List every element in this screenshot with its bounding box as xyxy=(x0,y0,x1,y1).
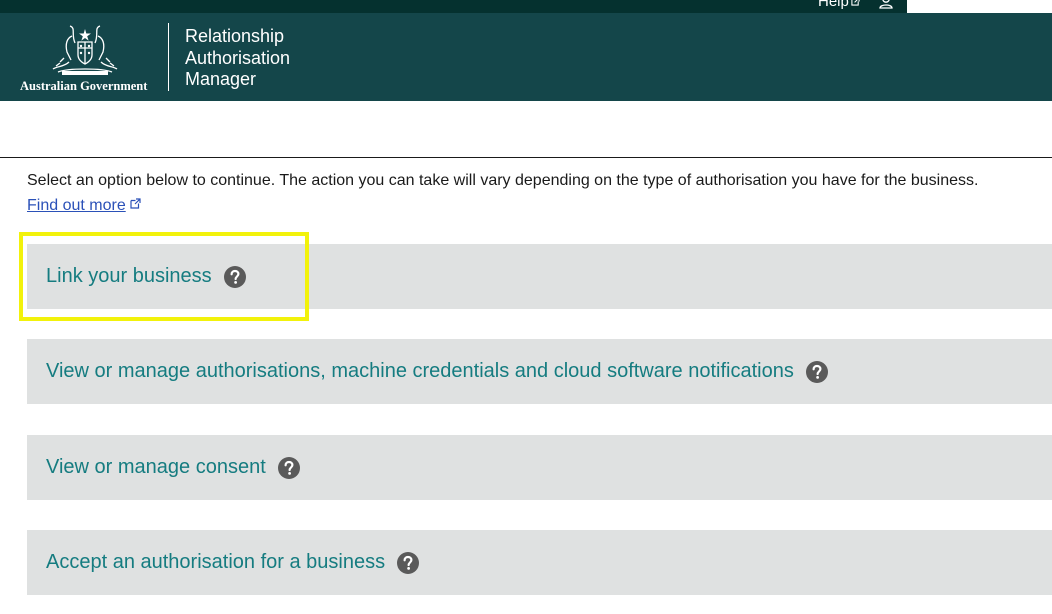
site-header: Australian Government Relationship Autho… xyxy=(0,13,1052,101)
option-view-manage-authorisations[interactable]: View or manage authorisations, machine c… xyxy=(27,339,1052,404)
section-divider xyxy=(0,157,1052,158)
government-label: Australian Government xyxy=(20,79,148,93)
option-label: Accept an authorisation for a business xyxy=(46,551,386,573)
user-icon[interactable] xyxy=(878,0,894,9)
question-circle-icon[interactable] xyxy=(277,456,300,479)
external-link-icon xyxy=(851,0,860,6)
question-circle-icon[interactable] xyxy=(805,360,828,383)
option-accept-authorisation[interactable]: Accept an authorisation for a business xyxy=(27,530,1052,595)
external-link-icon xyxy=(130,198,141,209)
intro-text: Select an option below to continue. The … xyxy=(27,172,979,189)
app-title-line-2: Authorisation xyxy=(185,47,291,68)
top-utility-bar: Help xyxy=(0,0,1052,13)
app-title[interactable]: Relationship Authorisation Manager xyxy=(185,26,345,91)
find-out-more-link[interactable]: Find out more xyxy=(27,197,141,215)
question-circle-icon[interactable] xyxy=(397,551,420,574)
coat-of-arms-icon xyxy=(52,25,118,75)
question-circle-icon[interactable] xyxy=(223,265,246,288)
option-link-your-business[interactable]: Link your business xyxy=(27,244,1052,309)
option-view-manage-consent[interactable]: View or manage consent xyxy=(27,435,1052,500)
find-out-more-label: Find out more xyxy=(27,197,126,214)
topbar-cutout xyxy=(907,0,1052,13)
app-title-line-1: Relationship xyxy=(185,26,285,46)
help-link-label: Help xyxy=(818,0,849,10)
app-title-line-3: Manager xyxy=(185,69,257,89)
help-link[interactable]: Help xyxy=(818,0,860,9)
option-label: Link your business xyxy=(46,265,212,287)
option-label: View or manage consent xyxy=(46,456,266,478)
option-label: View or manage authorisations, machine c… xyxy=(46,360,794,382)
header-divider xyxy=(168,23,169,91)
